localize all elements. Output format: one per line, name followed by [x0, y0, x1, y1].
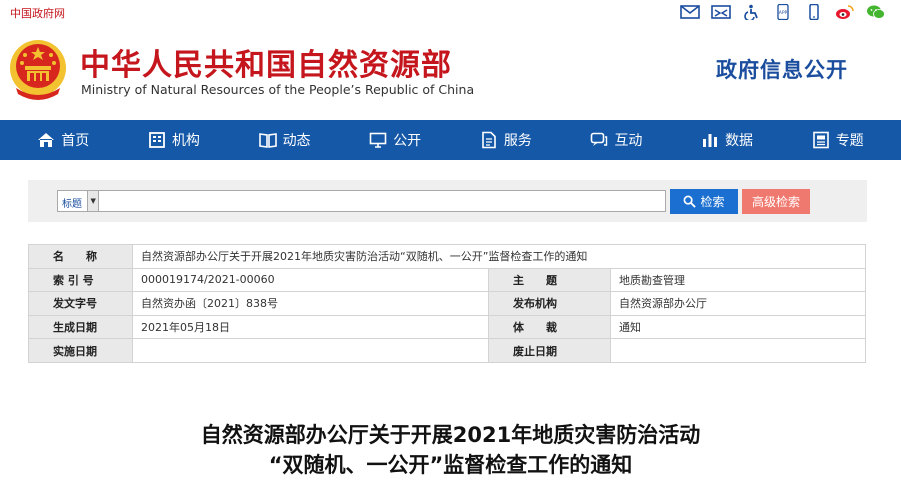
ministry-name-cn: 中华人民共和国自然资源部 [80, 48, 452, 83]
chevron-down-icon[interactable]: ▼ [87, 191, 98, 211]
doc-number-label: 发文字号 [28, 291, 133, 316]
topic-icon [812, 131, 829, 149]
ministry-name-en: Ministry of Natural Resources of the Peo… [81, 82, 475, 97]
nav-item-label: 机构 [171, 133, 200, 149]
weibo-icon[interactable] [834, 3, 856, 21]
subject-value: 地质勘查管理 [610, 267, 866, 293]
table-row: 发文字号 自然资办函〔2021〕838号 发布机构 自然资源部办公厅 [28, 291, 866, 316]
monitor-icon [369, 132, 387, 148]
search-icon [684, 195, 697, 208]
index-value: 000019174/2021-00060 [132, 267, 489, 293]
nav-item-label: 公开 [393, 133, 422, 149]
select-value: 标题 [62, 199, 82, 210]
issuer-value: 自然资源部办公厅 [610, 291, 866, 316]
top-bar: 中国政府网 APP [0, 0, 901, 26]
search-button-label: 检索 [700, 195, 725, 209]
chat-icon [591, 132, 608, 146]
wechat-icon[interactable] [865, 3, 887, 21]
nav-item-home[interactable]: 首页 [31, 120, 95, 160]
app-icon[interactable]: APP [772, 3, 794, 21]
search-input[interactable] [98, 190, 666, 212]
date-label: 生成日期 [28, 314, 133, 340]
home-icon [38, 133, 55, 147]
table-row: 名 称 自然资源部办公厅关于开展2021年地质灾害防治活动“双随机、一公开”监督… [28, 244, 866, 269]
search-button[interactable]: 检索 [670, 189, 738, 214]
nav-item-label: 数据 [725, 133, 754, 149]
nav-item-news[interactable]: 动态 [253, 120, 317, 160]
document-title: 自然资源部办公厅关于开展2021年地质灾害防治活动 “双随机、一公开”监督检查工… [0, 420, 901, 480]
nav-item-data[interactable]: 数据 [695, 120, 759, 160]
bar-chart-icon [703, 134, 718, 147]
table-row: 生成日期 2021年05月18日 体 裁 通知 [28, 314, 866, 340]
accessibility-icon[interactable] [741, 3, 763, 21]
document-title-line-2: “双随机、一公开”监督检查工作的通知 [268, 453, 633, 477]
table-row: 实施日期 废止日期 [28, 338, 866, 363]
effective-date-label: 实施日期 [28, 338, 133, 363]
book-icon [258, 133, 277, 148]
date-value: 2021年05月18日 [132, 314, 489, 340]
name-value: 自然资源部办公厅关于开展2021年地质灾害防治活动“双随机、一公开”监督检查工作… [132, 244, 866, 269]
expiry-date-label: 废止日期 [488, 338, 611, 363]
nav-item-label: 动态 [282, 133, 311, 149]
national-emblem-icon [8, 36, 68, 102]
mobile-icon[interactable] [803, 3, 825, 21]
main-nav: 首页 机构 动态 公开 服务 互动 数据 专题 [0, 120, 901, 160]
index-label: 索 引 号 [28, 267, 133, 293]
doc-number-value: 自然资办函〔2021〕838号 [132, 291, 489, 316]
subject-label: 主 题 [488, 267, 611, 293]
name-label: 名 称 [28, 244, 133, 269]
document-icon [482, 131, 496, 149]
genre-label: 体 裁 [488, 314, 611, 340]
nav-item-disclosure[interactable]: 公开 [363, 120, 427, 160]
section-title: 政府信息公开 [716, 58, 848, 82]
svg-text:APP: APP [779, 10, 788, 16]
organization-icon [149, 132, 165, 148]
document-info-table: 名 称 自然资源部办公厅关于开展2021年地质灾害防治活动“双随机、一公开”监督… [28, 244, 866, 363]
genre-value: 通知 [610, 314, 866, 340]
effective-date-value [132, 338, 489, 363]
mail-icon[interactable] [679, 3, 701, 21]
search-field-select[interactable]: 标题 ▼ [57, 190, 99, 212]
gov-portal-link[interactable]: 中国政府网 [10, 5, 65, 21]
nav-item-topics[interactable]: 专题 [806, 120, 870, 160]
nav-item-label: 互动 [614, 133, 643, 149]
nav-item-organization[interactable]: 机构 [142, 120, 206, 160]
top-icon-group: APP [679, 3, 887, 21]
nav-item-interaction[interactable]: 互动 [584, 120, 648, 160]
nav-item-label: 服务 [503, 133, 532, 149]
nav-item-service[interactable]: 服务 [474, 120, 538, 160]
search-bar: 标题 ▼ 检索 高级检索 [28, 180, 867, 222]
message-icon[interactable] [710, 3, 732, 21]
issuer-label: 发布机构 [488, 291, 611, 316]
nav-item-label: 首页 [61, 133, 90, 149]
advanced-search-button[interactable]: 高级检索 [742, 189, 810, 214]
site-header: 中华人民共和国自然资源部 Ministry of Natural Resourc… [0, 26, 901, 120]
nav-item-label: 专题 [835, 133, 864, 149]
document-title-line-1: 自然资源部办公厅关于开展2021年地质灾害防治活动 [200, 423, 701, 447]
table-row: 索 引 号 000019174/2021-00060 主 题 地质勘查管理 [28, 267, 866, 293]
expiry-date-value [610, 338, 866, 363]
